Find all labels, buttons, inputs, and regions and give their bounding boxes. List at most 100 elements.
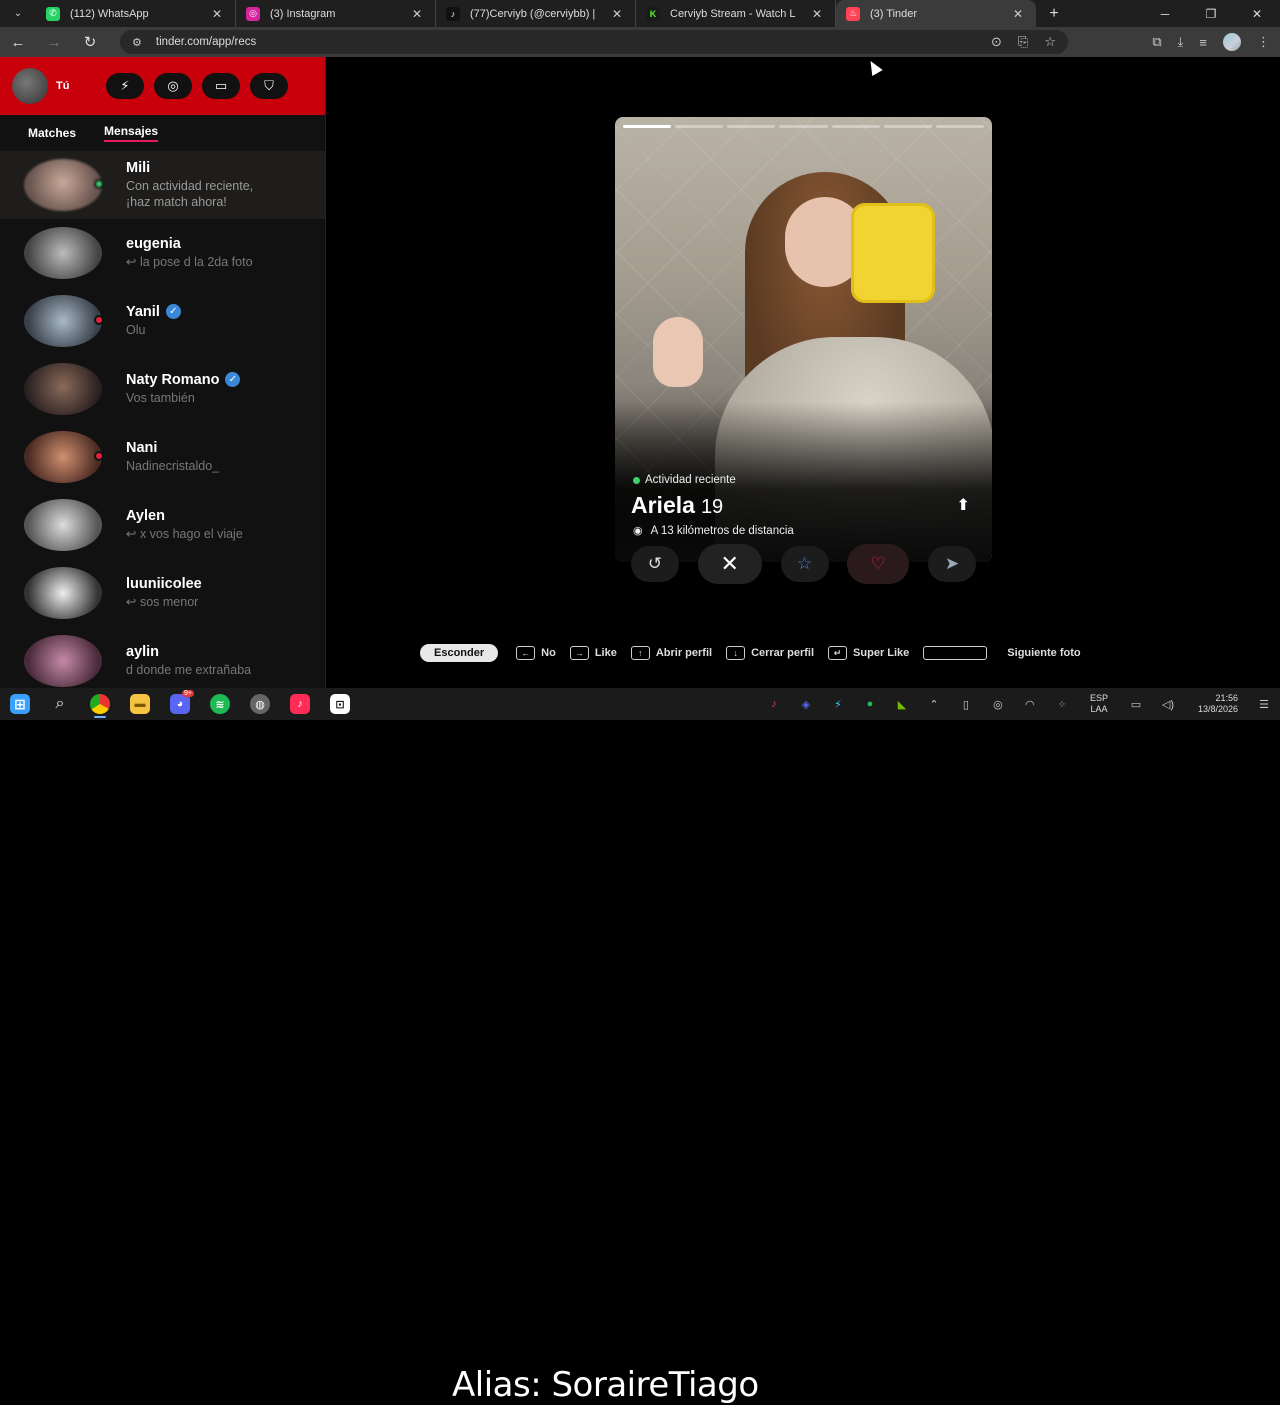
tab-tiktok[interactable]: ♪ (77)Cerviyb (@cerviybb) | ✕ — [436, 0, 636, 27]
volume-icon[interactable]: ◁) — [1152, 698, 1184, 711]
site-info-icon[interactable]: ⚙ — [132, 36, 142, 49]
my-profile-label[interactable]: Tú — [56, 80, 96, 92]
profile-avatar[interactable] — [1223, 33, 1241, 51]
notifications-icon[interactable]: ☰ — [1248, 698, 1280, 711]
tab-kick[interactable]: K Cerviyb Stream - Watch L ✕ — [636, 0, 836, 27]
tab-tinder[interactable]: ♨ (3) Tinder ✕ — [836, 0, 1036, 27]
windows-start-icon[interactable]: ⊞ — [0, 688, 40, 720]
photo-progress-bar — [623, 125, 984, 128]
profile-distance: ◉ A 13 kilómetros de distancia — [633, 524, 794, 538]
tab-whatsapp[interactable]: ✆ (112) WhatsApp ✕ — [36, 0, 236, 27]
browser-tab-strip: ⌄ ✆ (112) WhatsApp ✕ ◎ (3) Instagram ✕ ♪… — [0, 0, 1280, 27]
app-tray-icon[interactable]: ◈ — [790, 698, 822, 711]
tab-matches[interactable]: Matches — [28, 126, 76, 140]
shortcut-label: Abrir perfil — [655, 647, 713, 659]
clock[interactable]: 21:56 13/8/2026 — [1198, 693, 1238, 715]
keyboard-layout: LAA — [1090, 704, 1108, 714]
toolbar-right-icons: ⧉ ⤓ ≡ ⋮ — [1152, 27, 1270, 57]
like-heart-icon[interactable]: ♡ — [847, 544, 910, 584]
close-tab-icon[interactable]: ✕ — [809, 7, 825, 21]
tab-messages[interactable]: Mensajes — [104, 124, 159, 142]
chevron-up-tray-icon[interactable]: ⌃ — [918, 698, 950, 711]
install-app-icon[interactable]: ⎘ — [1018, 34, 1028, 50]
nvidia-tray-icon[interactable]: ◣ — [886, 698, 918, 711]
spotify-tray-icon[interactable]: ● — [854, 698, 886, 710]
enter-key-icon: ↵ — [828, 646, 848, 660]
bookmark-star-icon[interactable]: ☆ — [1044, 34, 1056, 50]
tiktok-app-icon[interactable]: ♪ — [280, 688, 320, 720]
unread-indicator — [94, 451, 104, 461]
profile-card[interactable]: Actividad reciente Ariela 19 ◉ A 13 kilóme… — [615, 117, 992, 562]
avatar — [24, 635, 102, 687]
mic-tray-icon[interactable]: ✧ — [1046, 698, 1078, 711]
open-profile-arrow-icon[interactable]: ⬆ — [957, 495, 970, 515]
conversation-item[interactable]: luuniicolee ↩ sos menor — [0, 559, 325, 627]
conversation-item[interactable]: Nani Nadinecristaldo_ — [0, 423, 325, 491]
chrome-icon[interactable] — [80, 688, 120, 720]
conversation-item[interactable]: Yanil ✓ Olu — [0, 287, 325, 355]
steam-tray-icon[interactable]: ◎ — [982, 698, 1014, 711]
spotify-icon[interactable]: ≋ — [200, 688, 240, 720]
back-icon[interactable]: ← — [0, 27, 36, 57]
super-like-star-icon[interactable]: ☆ — [780, 546, 829, 582]
profile-photo-hand — [653, 317, 703, 387]
chrome-profile-icon[interactable]: ◍ — [240, 688, 280, 720]
contact-name: Aylen — [126, 507, 165, 524]
close-window-icon[interactable]: ✕ — [1234, 0, 1280, 27]
capcut-icon[interactable]: ⊡ — [320, 688, 360, 720]
tinder-icon: ♨ — [846, 6, 860, 21]
safety-shield-icon[interactable]: ⛉ — [250, 73, 288, 99]
boost-bolt-icon[interactable]: ⚡ — [106, 73, 144, 99]
headset-tray-icon[interactable]: ◠ — [1014, 698, 1046, 711]
search-icon[interactable]: ⌕ — [40, 688, 80, 720]
language-indicator[interactable]: ESP LAA — [1090, 693, 1108, 715]
contact-name: Mili — [126, 159, 151, 176]
conversation-item[interactable]: aylin d donde me extrañaba — [0, 627, 325, 688]
battery-tray-icon[interactable]: ▯ — [950, 698, 982, 711]
nope-x-icon[interactable]: ✕ — [697, 544, 762, 584]
discord-badge: 9+ — [182, 690, 194, 697]
discord-icon[interactable]: ◕ 9+ — [160, 688, 200, 720]
close-tab-icon[interactable]: ✕ — [409, 7, 425, 21]
extensions-icon[interactable]: ⧉ — [1152, 34, 1161, 50]
photo-progress-segment — [935, 125, 984, 128]
tab-instagram[interactable]: ◎ (3) Instagram ✕ — [236, 0, 436, 27]
explore-compass-icon[interactable]: ◎ — [154, 73, 192, 99]
profile-name-text: Ariela — [631, 492, 695, 518]
conversation-item[interactable]: Naty Romano ✓ Vos también — [0, 355, 325, 423]
network-icon[interactable]: ▭ — [1120, 698, 1152, 711]
clock-time: 21:56 — [1215, 693, 1238, 703]
close-tab-icon[interactable]: ✕ — [1010, 7, 1026, 21]
reload-icon[interactable]: ↻ — [72, 27, 108, 57]
close-tab-icon[interactable]: ✕ — [209, 7, 225, 21]
close-tab-icon[interactable]: ✕ — [609, 7, 625, 21]
menu-kebab-icon[interactable]: ⋮ — [1257, 34, 1270, 50]
new-tab-button[interactable]: + — [1036, 0, 1072, 27]
download-icon[interactable]: ⤓ — [1178, 34, 1184, 50]
send-message-icon[interactable]: ➤ — [928, 546, 976, 582]
restore-icon[interactable]: ❐ — [1188, 0, 1234, 27]
bolt-tray-icon[interactable]: ⚡ — [822, 698, 854, 711]
tiktok-tray-icon[interactable]: ♪ — [758, 698, 790, 710]
conversation-item[interactable]: Mili Con actividad reciente, ¡haz match … — [0, 151, 325, 219]
media-control-icon[interactable]: ≡ — [1199, 35, 1207, 50]
keyboard-shortcuts: Esconder ← No → Like ↑ Abrir perfil ↓ Cerrar… — [420, 642, 1095, 664]
rewind-icon[interactable]: ↺ — [631, 546, 679, 582]
activity-text: Actividad reciente — [645, 474, 736, 486]
profile-age: 19 — [700, 496, 724, 518]
last-message: ↩ sos menor — [126, 594, 199, 609]
my-avatar[interactable] — [12, 68, 48, 104]
file-explorer-icon[interactable]: ▬ — [120, 688, 160, 720]
tab-search-chevron-icon[interactable]: ⌄ — [0, 0, 36, 27]
shortcut-open-profile: ↑ Abrir perfil — [630, 646, 713, 660]
conversation-item[interactable]: eugenia ↩ la pose d la 2da foto — [0, 219, 325, 287]
minimize-icon[interactable]: ─ — [1142, 0, 1188, 27]
briefcase-icon[interactable]: ▭ — [202, 73, 240, 99]
contact-name: aylin — [126, 643, 160, 660]
sidebar-tabs: Matches Mensajes — [0, 115, 325, 151]
hide-shortcuts-button[interactable]: Esconder — [420, 644, 499, 662]
location-icon[interactable]: ⊙ — [991, 34, 1002, 50]
forward-icon[interactable]: → — [36, 27, 72, 57]
address-bar[interactable]: ⚙ tinder.com/app/recs ⊙ ⎘ ☆ — [120, 30, 1068, 54]
conversation-item[interactable]: Aylen ↩ x vos hago el viaje — [0, 491, 325, 559]
